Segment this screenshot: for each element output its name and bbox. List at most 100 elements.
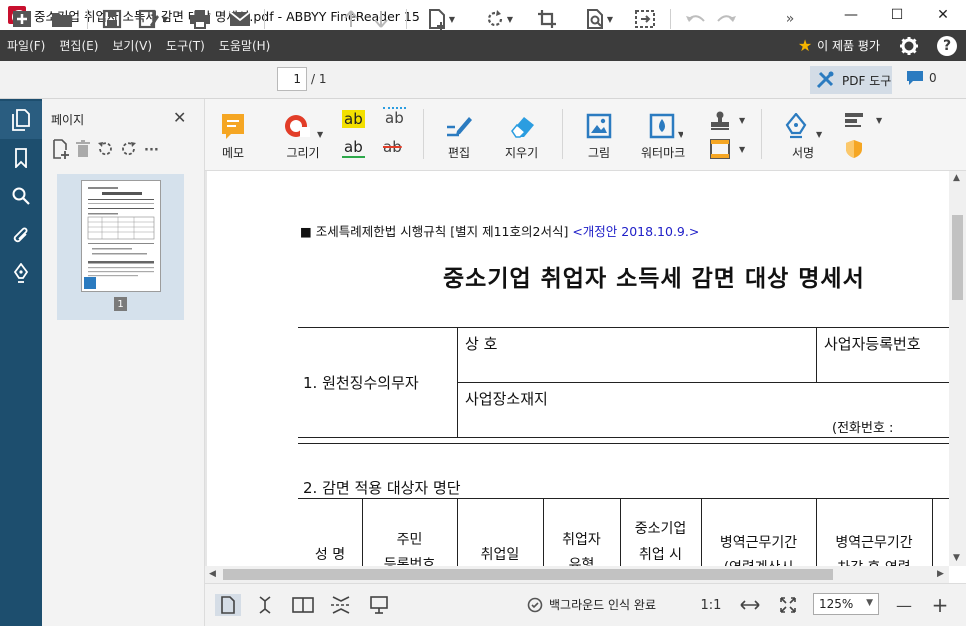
rotate-page-icon[interactable]: ▼ <box>478 7 520 31</box>
underline-text-icon: ab <box>342 138 365 158</box>
next-page-arrow-icon[interactable] <box>370 7 392 31</box>
erase-button[interactable]: 지우기 <box>505 113 538 161</box>
svg-text:▼: ▼ <box>317 130 323 139</box>
save-icon[interactable] <box>100 7 124 31</box>
svg-text:▼: ▼ <box>816 130 823 139</box>
edit-button[interactable]: 편집 <box>445 113 473 161</box>
pdf-tools-button[interactable]: PDF 도구 <box>810 66 892 94</box>
redo-icon[interactable] <box>714 7 738 31</box>
stamp-button[interactable]: ▼ <box>708 111 746 131</box>
actual-size-button[interactable]: 1:1 <box>699 594 723 616</box>
menu-help[interactable]: 도움말(H) <box>212 37 278 54</box>
zoom-level-select[interactable]: 125% ▼ <box>813 593 879 615</box>
scroll-up-arrow-icon[interactable]: ▲ <box>953 173 960 183</box>
rotate-left-icon[interactable] <box>96 140 114 161</box>
security-button[interactable] <box>845 139 863 159</box>
background-recognition-label: 백그라운드 인식 완료 <box>549 598 656 612</box>
menu-tools[interactable]: 도구(T) <box>159 37 212 54</box>
attachment-icon[interactable] <box>0 217 42 255</box>
add-page-icon[interactable] <box>52 139 70 162</box>
pages-icon[interactable] <box>0 101 42 139</box>
watermark-label: 워터마크 <box>641 146 686 160</box>
horizontal-scroll-thumb[interactable] <box>223 569 833 580</box>
open-folder-icon[interactable] <box>50 7 74 31</box>
memo-button[interactable]: 메모 <box>221 113 245 161</box>
print-icon[interactable] <box>188 7 212 31</box>
rotate-right-icon[interactable] <box>120 140 138 161</box>
panel-close-icon[interactable]: ✕ <box>173 108 186 127</box>
new-task-icon[interactable] <box>10 7 34 31</box>
document-title: 중소기업 취업자 소득세 감면 대상 명세서 <box>443 266 865 292</box>
undo-icon[interactable] <box>684 7 708 31</box>
zoom-in-button[interactable]: + <box>929 593 951 617</box>
help-icon[interactable]: ? <box>937 36 957 56</box>
delete-page-icon[interactable] <box>76 140 90 161</box>
insert-text-button[interactable]: ab <box>383 107 406 127</box>
fit-height-icon[interactable] <box>253 594 277 616</box>
close-button[interactable]: ✕ <box>920 0 966 30</box>
zoom-out-button[interactable]: — <box>893 594 915 616</box>
pages-panel-title: 페이지 <box>51 113 85 127</box>
highlight-text-button[interactable]: ab <box>342 110 365 128</box>
column-name: 성 명 <box>314 547 346 563</box>
star-icon: ★ <box>797 36 813 55</box>
email-icon[interactable] <box>228 7 252 31</box>
rate-product-button[interactable]: ★ 이 제품 평가 <box>798 30 880 61</box>
underline-text-button[interactable]: ab <box>342 138 365 158</box>
document-viewer[interactable]: ■ 조세특례제한법 시행규칙 [별지 제11호의2서식] <개정안 2018.1… <box>205 171 966 566</box>
previous-page-arrow-icon[interactable] <box>340 7 362 31</box>
business-reg-no-label: 사업자등록번호 <box>824 335 921 353</box>
redact-lines-icon: ▼ <box>845 113 883 127</box>
pdf-tools-label: PDF 도구 <box>842 73 892 88</box>
watermark-button[interactable]: ▼ 워터마크 <box>641 113 685 161</box>
fit-page-icon[interactable] <box>776 594 800 616</box>
minimize-button[interactable]: — <box>828 0 874 30</box>
strikethrough-text-button[interactable]: ab <box>383 138 402 156</box>
toolbar-overflow-button[interactable]: » <box>782 7 798 31</box>
signature-button[interactable]: ▼ 서명 <box>783 113 823 161</box>
horizontal-scrollbar[interactable]: ◀ ▶ <box>205 566 949 583</box>
page-number-input[interactable]: 1 <box>277 67 307 91</box>
add-page-icon[interactable]: ▼ <box>420 7 462 31</box>
pdf-tools-ribbon: 메모 ▼ 그리기 ab ab ab ab 편집 지우기 그림 ▼ 워터마크 ▼ … <box>205 99 966 171</box>
comments-button[interactable]: 0 <box>906 70 937 86</box>
text-layer-icon <box>84 277 96 289</box>
section1-label: 1. 원천징수의무자 <box>303 374 419 392</box>
picture-button[interactable]: 그림 <box>586 113 612 161</box>
menu-file[interactable]: 파일(F) <box>0 37 52 54</box>
redact-button[interactable]: ▼ <box>843 111 883 131</box>
menu-view[interactable]: 보기(V) <box>105 37 159 54</box>
fit-width-icon[interactable] <box>738 594 762 616</box>
column-sme-line1: 중소기업 <box>634 521 687 537</box>
header-footer-button[interactable]: ▼ <box>708 139 746 159</box>
save-as-icon[interactable]: ▼ <box>133 7 173 31</box>
continuous-scroll-icon[interactable] <box>328 594 354 616</box>
presentation-mode-icon[interactable] <box>367 594 391 616</box>
maximize-button[interactable]: ☐ <box>874 0 920 30</box>
two-page-view-icon[interactable] <box>290 594 316 616</box>
menu-edit[interactable]: 편집(E) <box>52 37 105 54</box>
search-icon[interactable] <box>0 177 42 215</box>
single-page-view-icon[interactable] <box>215 594 241 616</box>
recognize-page-icon[interactable] <box>633 7 657 31</box>
scroll-down-arrow-icon[interactable]: ▼ <box>953 553 960 563</box>
scroll-right-arrow-icon[interactable]: ▶ <box>937 569 944 579</box>
draw-button[interactable]: ▼ 그리기 <box>283 113 323 161</box>
page-thumbnail-item[interactable]: 1 <box>57 174 184 320</box>
menu-bar: 파일(F) 편집(E) 보기(V) 도구(T) 도움말(H) ★ 이 제품 평가… <box>0 30 966 61</box>
edit-pencil-icon <box>447 117 472 137</box>
draw-label: 그리기 <box>286 146 320 160</box>
search-page-icon[interactable]: ▼ <box>578 7 620 31</box>
scroll-left-arrow-icon[interactable]: ◀ <box>209 569 216 579</box>
svg-text:▼: ▼ <box>678 130 683 139</box>
bookmark-icon[interactable] <box>0 139 42 177</box>
signature-pen-icon[interactable] <box>0 255 42 293</box>
settings-gear-icon[interactable] <box>898 35 920 57</box>
vertical-scroll-thumb[interactable] <box>952 215 963 300</box>
column-resident-no-line1: 주민 <box>396 532 423 548</box>
more-options-icon[interactable]: ··· <box>144 143 159 158</box>
crop-icon[interactable] <box>535 7 559 31</box>
svg-text:▼: ▼ <box>739 145 746 154</box>
picture-label: 그림 <box>587 146 611 160</box>
vertical-scrollbar[interactable]: ▲ ▼ <box>949 171 966 566</box>
